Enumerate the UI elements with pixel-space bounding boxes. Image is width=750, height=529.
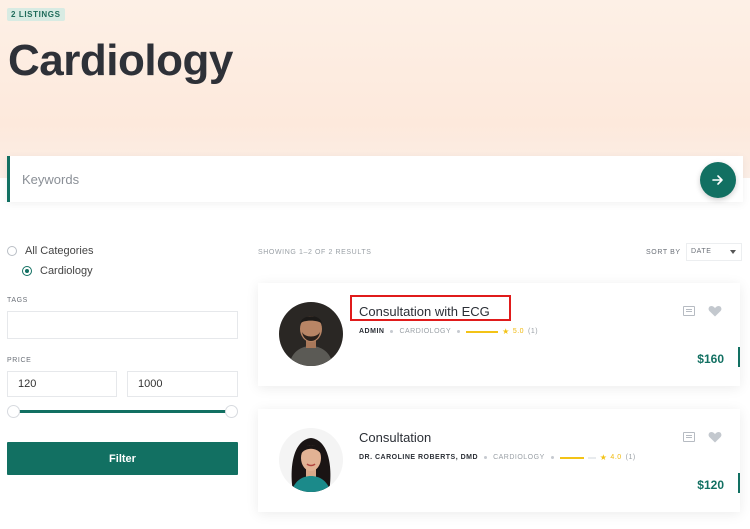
listing-author[interactable]: DR. CAROLINE ROBERTS, DMD <box>359 454 478 461</box>
avatar <box>279 428 343 492</box>
price-accent-bar <box>738 473 740 493</box>
separator-dot <box>484 456 488 459</box>
sort-value: DATE <box>691 248 712 255</box>
listing-price: $120 <box>697 478 724 492</box>
tags-input[interactable] <box>7 311 238 339</box>
rating-count: (1) <box>528 328 539 335</box>
star-icon: ★ <box>502 327 510 336</box>
chevron-down-icon <box>730 250 736 254</box>
listing-title[interactable]: Consultation <box>359 430 431 445</box>
heart-icon[interactable] <box>708 305 722 317</box>
listing-category[interactable]: CARDIOLOGY <box>493 454 545 461</box>
search-bar <box>7 156 743 202</box>
listings-count-badge: 2 LISTINGS <box>7 8 65 21</box>
listing-author[interactable]: ADMIN <box>359 328 384 335</box>
price-max-input[interactable] <box>127 371 238 397</box>
listing-category[interactable]: CARDIOLOGY <box>399 328 451 335</box>
radio-checked-icon <box>22 266 32 276</box>
listing-card[interactable]: Consultation with ECG ADMIN CARDIOLOGY ★… <box>258 283 740 386</box>
listing-price: $160 <box>697 352 724 366</box>
avatar <box>279 302 343 366</box>
radio-icon <box>7 246 17 256</box>
message-icon[interactable] <box>683 432 695 442</box>
listing-meta: ADMIN CARDIOLOGY ★ 5.0 (1) <box>359 327 538 336</box>
price-accent-bar <box>738 347 740 367</box>
sort-by-label: SORT BY <box>646 249 681 256</box>
heart-icon[interactable] <box>708 431 722 443</box>
search-input[interactable] <box>22 156 682 202</box>
category-label: All Categories <box>25 245 94 257</box>
arrow-right-icon <box>712 175 723 185</box>
separator-dot <box>550 456 554 459</box>
rating-bar <box>559 456 584 459</box>
category-all-radio[interactable]: All Categories <box>7 241 93 261</box>
hero-banner: 2 LISTINGS Cardiology <box>0 0 750 178</box>
filter-button[interactable]: Filter <box>7 442 238 475</box>
star-icon: ★ <box>599 453 608 462</box>
results-summary: SHOWING 1–2 OF 2 RESULTS <box>258 249 372 256</box>
separator-dot <box>390 330 394 333</box>
rating-count: (1) <box>625 454 636 461</box>
rating-value: 4.0 <box>610 454 622 461</box>
category-label: Cardiology <box>40 265 93 277</box>
price-min-input[interactable] <box>7 371 117 397</box>
tags-label: TAGS <box>7 297 28 304</box>
separator-dot <box>457 330 461 333</box>
price-slider-max-handle[interactable] <box>225 405 238 418</box>
price-label: PRICE <box>7 357 32 364</box>
listing-card[interactable]: Consultation DR. CAROLINE ROBERTS, DMD C… <box>258 409 740 512</box>
listing-meta: DR. CAROLINE ROBERTS, DMD CARDIOLOGY ★ 4… <box>359 453 636 462</box>
search-button[interactable] <box>700 162 736 198</box>
rating-value: 5.0 <box>512 328 525 335</box>
price-slider-min-handle[interactable] <box>7 405 20 418</box>
rating-bar <box>466 330 499 333</box>
page-title: Cardiology <box>8 36 233 85</box>
message-icon[interactable] <box>683 306 695 316</box>
price-range-slider[interactable] <box>14 410 232 413</box>
category-cardiology-radio[interactable]: Cardiology <box>7 261 93 281</box>
rating-bar-remainder <box>587 456 596 459</box>
sort-select[interactable]: DATE <box>686 243 742 261</box>
listing-title[interactable]: Consultation with ECG <box>359 304 490 319</box>
